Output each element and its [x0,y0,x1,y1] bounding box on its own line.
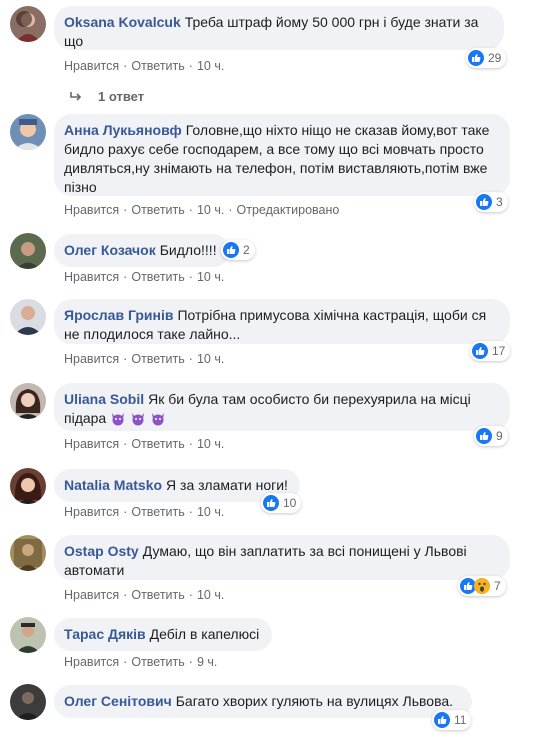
reaction-count-value: 17 [492,344,506,358]
timestamp[interactable]: 10 ч. [197,270,224,284]
timestamp[interactable]: 10 ч. [197,203,224,217]
view-replies-link[interactable]: 1 ответ [70,89,144,104]
reaction-count[interactable]: 2 [221,240,255,260]
comment-actions: Нравится · Ответить · 9 ч. [64,655,218,669]
comment-actions: Нравится · Ответить · 10 ч. [64,588,225,602]
comment-bubble: Ostap Osty Думаю, що він заплатить за всі… [54,535,510,580]
reaction-count-value: 29 [488,51,502,65]
avatar[interactable] [10,383,46,419]
timestamp[interactable]: 10 ч. [197,437,224,451]
avatar[interactable] [10,684,46,720]
edited-label: Отредактировано [236,203,340,217]
comment-actions: Нравится · Ответить · 10 ч. [64,505,225,519]
like-button[interactable]: Нравится [64,59,119,73]
comment-bubble: Oksana Kovalcuk Треба штраф йому 50 000 г… [54,6,504,50]
reply-button[interactable]: Ответить [131,352,184,366]
reaction-count[interactable]: 11 [432,710,472,730]
reply-button[interactable]: Ответить [131,270,184,284]
comment-text: Дебіл в капелюсі [149,626,260,642]
thumbs-up-icon [476,194,492,210]
avatar[interactable] [10,617,46,653]
reaction-count-value: 10 [283,496,297,510]
thumbs-up-icon [472,343,488,359]
thumbs-up-icon [263,495,279,511]
reaction-count-value: 7 [494,579,501,593]
reaction-count-value: 9 [496,429,503,443]
like-button[interactable]: Нравится [64,505,119,519]
reaction-count-value: 11 [454,713,467,727]
avatar[interactable] [10,299,46,335]
comment-author[interactable]: Олег Козачок [64,242,156,258]
reaction-count-value: 3 [496,195,503,209]
thumbs-up-icon [434,712,450,728]
comment-author[interactable]: Ярослав Гринів [64,307,173,323]
reaction-count[interactable]: 9 [474,426,508,446]
timestamp[interactable]: 10 ч. [197,59,224,73]
timestamp[interactable]: 9 ч. [197,655,217,669]
reply-button[interactable]: Ответить [131,655,184,669]
comment-author[interactable]: Oksana Kovalcuk [64,14,181,30]
comment-actions: Нравится · Ответить · 10 ч. · Отредактировано [64,203,340,217]
avatar[interactable] [10,233,46,269]
reaction-count[interactable]: 10 [261,493,302,513]
comment-author[interactable]: Тарас Дяків [64,626,146,642]
comment-actions: Нравится · Ответить · 10 ч. [64,437,225,451]
comment-author[interactable]: Анна Лукьяновф [64,122,182,138]
like-button[interactable]: Нравится [64,352,119,366]
reaction-count[interactable]: 17 [470,341,511,361]
comment-text: Бидло!!!! [159,242,217,258]
comment-author[interactable]: Uliana Sobil [64,391,144,407]
comment-text: Багато хворих гуляють на вулицях Львова. [175,693,454,709]
thumbs-up-icon [476,428,492,444]
comment-bubble: Uliana Sobil Як би була там особисто би п… [54,383,510,431]
avatar[interactable] [10,535,46,571]
like-button[interactable]: Нравится [64,437,119,451]
thumbs-up-icon [468,50,484,66]
comment-actions: Нравится · Ответить · 10 ч. [64,59,225,73]
comment-actions: Нравится · Ответить · 10 ч. [64,352,225,366]
devil-emoji-icon [110,410,168,431]
comment-bubble: Анна Лукьяновф Головне,що ніхто ніщо не с… [54,114,510,196]
like-button[interactable]: Нравится [64,203,119,217]
comment-text: Я за зламати ноги! [166,477,288,493]
reaction-count-value: 2 [243,243,250,257]
reaction-count[interactable]: 3 [474,192,508,212]
replies-count: 1 ответ [98,89,145,104]
wow-face-icon [474,578,490,594]
timestamp[interactable]: 10 ч. [197,588,224,602]
reaction-count[interactable]: 7 [458,576,506,596]
reply-button[interactable]: Ответить [131,588,184,602]
reply-button[interactable]: Ответить [131,505,184,519]
timestamp[interactable]: 10 ч. [197,352,224,366]
comment-bubble: Олег Сенітович Багато хворих гуляють на в… [54,685,472,718]
comment-bubble: Ярослав Гринів Потрібна примусова хімічна… [54,299,510,344]
avatar[interactable] [10,468,46,504]
comment-actions: Нравится · Ответить · 10 ч. [64,270,225,284]
reply-button[interactable]: Ответить [131,437,184,451]
reply-button[interactable]: Ответить [131,203,184,217]
comment-author[interactable]: Олег Сенітович [64,693,172,709]
comment-bubble: Олег Козачок Бидло!!!! [54,234,230,267]
like-button[interactable]: Нравится [64,655,119,669]
avatar[interactable] [10,6,46,42]
reply-button[interactable]: Ответить [131,59,184,73]
reaction-count[interactable]: 29 [466,48,507,68]
like-button[interactable]: Нравится [64,588,119,602]
comment-author[interactable]: Ostap Osty [64,543,139,559]
like-button[interactable]: Нравится [64,270,119,284]
avatar[interactable] [10,114,46,150]
thumbs-up-icon [223,242,239,258]
reply-arrow-icon [70,89,82,104]
comment-bubble: Тарас Дяків Дебіл в капелюсі [54,618,272,651]
comment-author[interactable]: Natalia Matsko [64,477,162,493]
timestamp[interactable]: 10 ч. [197,505,224,519]
